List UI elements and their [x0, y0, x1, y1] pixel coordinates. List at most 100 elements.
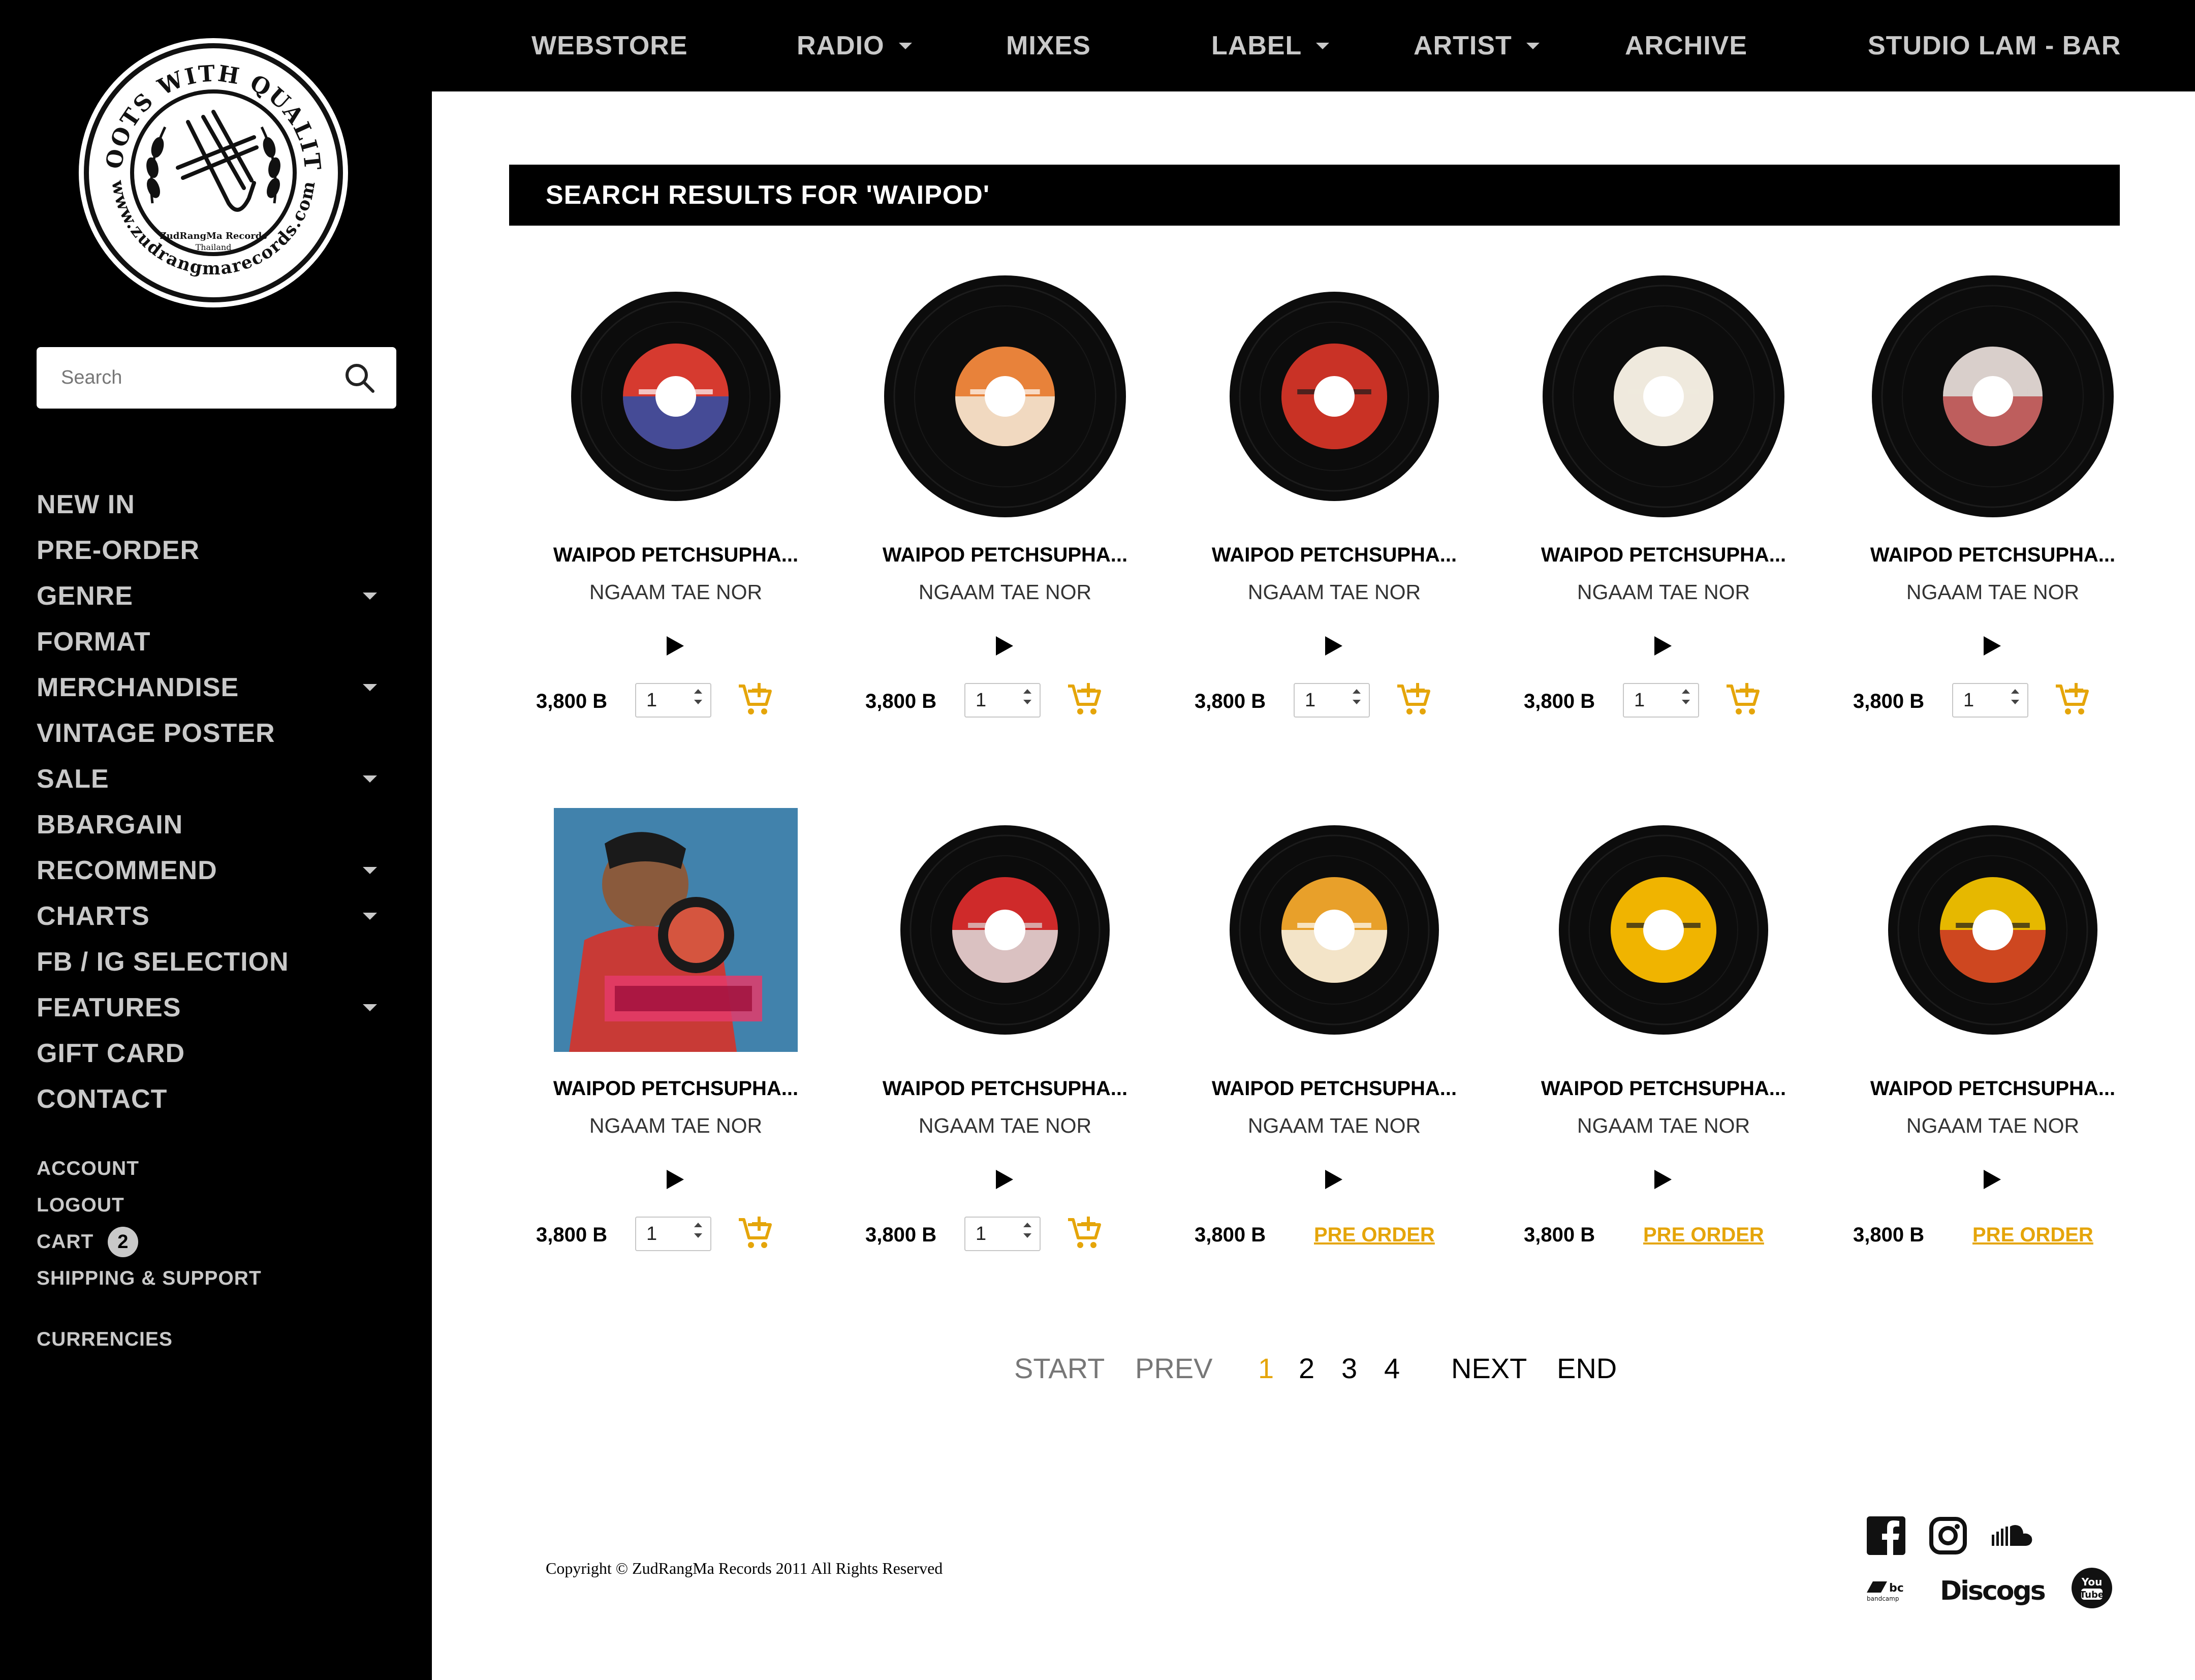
topnav-item-webstore[interactable]: WEBSTORE: [531, 0, 688, 91]
quantity-stepper[interactable]: 1: [964, 683, 1041, 718]
pre-order-button[interactable]: PRE ORDER: [1643, 1224, 1764, 1247]
facebook-icon[interactable]: [1867, 1516, 1905, 1555]
product-image-vinyl[interactable]: [883, 274, 1127, 518]
instagram-icon[interactable]: [1929, 1516, 1967, 1555]
quantity-spin-buttons[interactable]: [1023, 1223, 1031, 1238]
chevron-down-icon[interactable]: [694, 1233, 702, 1238]
product-title[interactable]: WAIPOD PETCHSUPHA...: [1521, 1077, 1806, 1100]
currencies-link[interactable]: CURRENCIES: [37, 1328, 173, 1351]
quantity-spin-buttons[interactable]: [694, 1223, 702, 1238]
product-title[interactable]: WAIPOD PETCHSUPHA...: [1521, 544, 1806, 567]
caret-down-icon[interactable]: [363, 684, 377, 691]
chevron-up-icon[interactable]: [1682, 689, 1690, 694]
quantity-spin-buttons[interactable]: [1023, 689, 1031, 704]
logout-link[interactable]: LOGOUT: [37, 1187, 392, 1224]
product-title[interactable]: WAIPOD PETCHSUPHA...: [1192, 1077, 1477, 1100]
sidebar-item-recommend[interactable]: RECOMMEND: [37, 848, 392, 893]
chevron-up-icon[interactable]: [694, 689, 702, 694]
product-title[interactable]: WAIPOD PETCHSUPHA...: [1851, 544, 2135, 567]
quantity-spin-buttons[interactable]: [2011, 689, 2019, 704]
youtube-icon[interactable]: You Tube: [2071, 1567, 2113, 1609]
pre-order-button[interactable]: PRE ORDER: [1314, 1224, 1435, 1247]
product-title[interactable]: WAIPOD PETCHSUPHA...: [534, 1077, 818, 1100]
topnav-item-artist[interactable]: ARTIST: [1414, 0, 1540, 91]
pagination-start[interactable]: START: [1014, 1352, 1105, 1385]
topnav-item-mixes[interactable]: MIXES: [1006, 0, 1091, 91]
chevron-down-icon[interactable]: [694, 700, 702, 704]
caret-down-icon[interactable]: [363, 593, 377, 600]
sidebar-item-contact[interactable]: CONTACT: [37, 1076, 392, 1122]
product-image-vinyl[interactable]: [1542, 274, 1785, 518]
caret-down-icon[interactable]: [363, 775, 377, 783]
quantity-stepper[interactable]: 1: [635, 1217, 711, 1251]
quantity-spin-buttons[interactable]: [694, 689, 702, 704]
quantity-stepper[interactable]: 1: [635, 683, 711, 718]
bandcamp-icon[interactable]: bc bandcamp: [1867, 1577, 1907, 1603]
chevron-down-icon[interactable]: [1023, 1233, 1031, 1238]
chevron-down-icon[interactable]: [1682, 700, 1690, 704]
caret-down-icon[interactable]: [1316, 42, 1330, 49]
play-icon[interactable]: [667, 1170, 684, 1189]
chevron-up-icon[interactable]: [1353, 689, 1361, 694]
play-icon[interactable]: [1984, 1170, 2001, 1189]
quantity-stepper[interactable]: 1: [1294, 683, 1370, 718]
quantity-stepper[interactable]: 1: [1623, 683, 1699, 718]
sidebar-item-pre-order[interactable]: PRE-ORDER: [37, 527, 392, 573]
sidebar-item-genre[interactable]: GENRE: [37, 573, 392, 619]
product-title[interactable]: WAIPOD PETCHSUPHA...: [1851, 1077, 2135, 1100]
chevron-down-icon[interactable]: [1353, 700, 1361, 704]
quantity-stepper[interactable]: 1: [964, 1217, 1041, 1251]
play-icon[interactable]: [996, 636, 1013, 656]
quantity-stepper[interactable]: 1: [1952, 683, 2028, 718]
product-image-vinyl[interactable]: [1542, 808, 1785, 1052]
chevron-up-icon[interactable]: [1023, 689, 1031, 694]
caret-down-icon[interactable]: [363, 867, 377, 874]
play-icon[interactable]: [667, 636, 684, 656]
add-to-cart-icon[interactable]: [1395, 681, 1432, 718]
play-icon[interactable]: [1654, 636, 1672, 656]
topnav-item-archive[interactable]: ARCHIVE: [1625, 0, 1747, 91]
pagination-end[interactable]: END: [1557, 1352, 1617, 1385]
topnav-item-radio[interactable]: RADIO: [797, 0, 912, 91]
soundcloud-icon[interactable]: [1991, 1521, 2033, 1550]
sidebar-item-bbargain[interactable]: BBARGAIN: [37, 802, 392, 848]
play-icon[interactable]: [1984, 636, 2001, 656]
product-image-vinyl[interactable]: [554, 274, 798, 518]
caret-down-icon[interactable]: [363, 1004, 377, 1011]
play-icon[interactable]: [1325, 1170, 1342, 1189]
product-image-vinyl[interactable]: [1212, 808, 1456, 1052]
sidebar-item-fb-ig-selection[interactable]: FB / IG SELECTION: [37, 939, 392, 985]
quantity-spin-buttons[interactable]: [1682, 689, 1690, 704]
sidebar-item-gift-card[interactable]: GIFT CARD: [37, 1031, 392, 1076]
topnav-item-studio-lam-bar[interactable]: STUDIO LAM - BAR: [1868, 0, 2121, 91]
caret-down-icon[interactable]: [363, 913, 377, 920]
sidebar-item-charts[interactable]: CHARTS: [37, 893, 392, 939]
add-to-cart-icon[interactable]: [737, 681, 773, 718]
pagination-page-4[interactable]: 4: [1384, 1352, 1400, 1385]
pagination-page-1[interactable]: 1: [1258, 1352, 1274, 1385]
chevron-down-icon[interactable]: [1023, 700, 1031, 704]
add-to-cart-icon[interactable]: [2054, 681, 2090, 718]
add-to-cart-icon[interactable]: [1066, 681, 1103, 718]
product-image-vinyl[interactable]: [883, 808, 1127, 1052]
caret-down-icon[interactable]: [898, 42, 912, 49]
sidebar-item-features[interactable]: FEATURES: [37, 985, 392, 1031]
caret-down-icon[interactable]: [1526, 42, 1540, 49]
add-to-cart-icon[interactable]: [1724, 681, 1761, 718]
play-icon[interactable]: [1654, 1170, 1672, 1189]
topnav-item-label[interactable]: LABEL: [1211, 0, 1330, 91]
search-input[interactable]: [61, 367, 343, 389]
chevron-up-icon[interactable]: [2011, 689, 2019, 694]
discogs-icon[interactable]: Discogs: [1937, 1570, 2049, 1611]
sidebar-item-format[interactable]: FORMAT: [37, 619, 392, 665]
product-title[interactable]: WAIPOD PETCHSUPHA...: [1192, 544, 1477, 567]
product-image-vinyl[interactable]: [1871, 808, 2115, 1052]
product-title[interactable]: WAIPOD PETCHSUPHA...: [534, 544, 818, 567]
product-image-sleeve[interactable]: [554, 808, 798, 1052]
quantity-spin-buttons[interactable]: [1353, 689, 1361, 704]
chevron-up-icon[interactable]: [1023, 1223, 1031, 1227]
pagination-next[interactable]: NEXT: [1451, 1352, 1527, 1385]
product-title[interactable]: WAIPOD PETCHSUPHA...: [863, 544, 1147, 567]
product-image-vinyl[interactable]: [1871, 274, 2115, 518]
sidebar-item-sale[interactable]: SALE: [37, 756, 392, 802]
